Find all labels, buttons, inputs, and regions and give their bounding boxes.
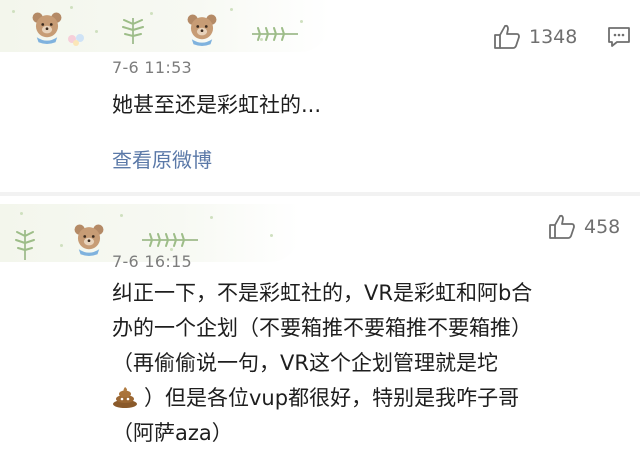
comment-text-line: ）但是各位vup都很好，特别是我咋子哥 (144, 386, 520, 410)
comment-card-1: 1348 7-6 11:53 她甚至还是彩虹社的... 查看原微博 (0, 0, 640, 196)
leaf-decoration-icon (142, 233, 198, 247)
like-button[interactable]: 1348 (493, 24, 577, 50)
comment-text-line: 办的一个企划（不要箱推不要箱推不要箱推） (112, 316, 532, 340)
comment-icon[interactable] (607, 26, 631, 48)
comment-text-line-with-emoji: ）但是各位vup都很好，特别是我咋子哥 (112, 381, 632, 416)
leaf-decoration-icon (122, 18, 144, 44)
comment-text-line: 纠正一下，不是彩虹社的，VR是彩虹和阿b合 (112, 281, 533, 305)
like-count: 1348 (529, 26, 578, 48)
like-button[interactable]: 458 (548, 214, 620, 240)
bear-avatar-icon (32, 12, 62, 44)
comment-text: 纠正一下，不是彩虹社的，VR是彩虹和阿b合 办的一个企划（不要箱推不要箱推不要箱… (112, 276, 632, 451)
leaf-decoration-icon (15, 230, 35, 260)
comment-card-2: 458 7-6 16:15 纠正一下，不是彩虹社的，VR是彩虹和阿b合 办的一个… (0, 196, 640, 461)
thumbs-up-icon (494, 24, 520, 49)
bear-avatar-icon (187, 14, 217, 46)
view-original-link[interactable]: 查看原微博 (112, 144, 212, 173)
flower-decoration-icon (68, 34, 84, 46)
bear-avatar-icon (74, 224, 104, 256)
comment-text-line: （阿萨aza） (112, 421, 233, 445)
poop-emoji-icon (113, 387, 137, 408)
comment-timestamp: 7-6 16:15 (112, 252, 193, 271)
leaf-decoration-icon (252, 27, 298, 41)
comment-text: 她甚至还是彩虹社的... (112, 93, 322, 117)
thumbs-up-icon (549, 214, 575, 239)
comment-timestamp: 7-6 11:53 (112, 58, 193, 77)
comment-text-line: （再偷偷说一句，VR这个企划管理就是坨 (112, 351, 498, 375)
like-count: 458 (584, 216, 621, 238)
